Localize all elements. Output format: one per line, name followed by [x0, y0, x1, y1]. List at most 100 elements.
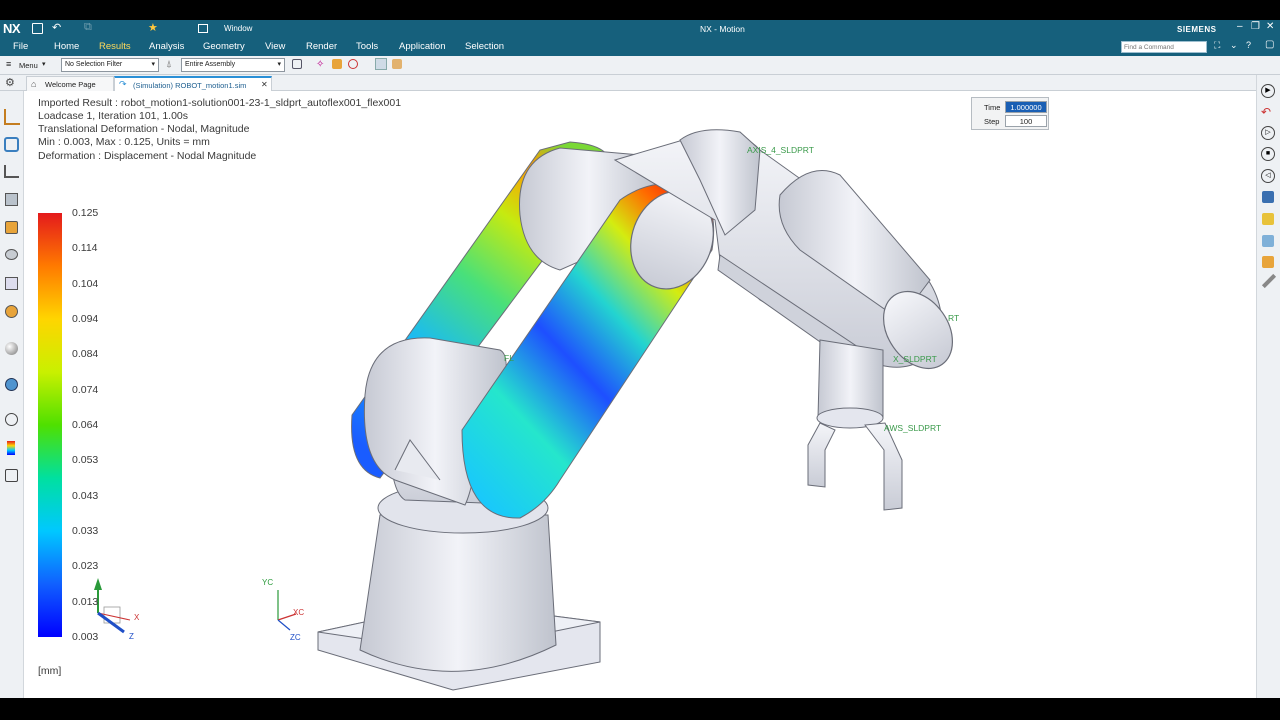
menu-selection[interactable]: Selection [465, 41, 504, 52]
constraint-icon[interactable] [5, 221, 18, 234]
snap-icon[interactable] [292, 59, 302, 69]
clock-icon[interactable] [5, 413, 18, 426]
result-info-line1: Imported Result : robot_motion1-solution… [38, 97, 402, 109]
reuse-icon[interactable] [5, 249, 18, 260]
color-icon[interactable] [5, 305, 18, 318]
box-select-icon[interactable] [332, 59, 342, 69]
assembly-navigator-icon[interactable] [4, 109, 20, 125]
minimize-icon[interactable]: – [1237, 21, 1243, 32]
ruler-icon[interactable] [1261, 273, 1277, 289]
play-icon[interactable]: ▶ [1261, 84, 1275, 98]
home-page-icon: ⌂ [31, 79, 37, 89]
view-triad-xc: XC [293, 608, 304, 617]
export-icon[interactable] [1262, 191, 1274, 203]
undo-animation-icon[interactable]: ↶ [1261, 105, 1271, 119]
menu-render[interactable]: Render [306, 41, 337, 52]
tab-welcome-page[interactable]: ⌂ Welcome Page [26, 76, 114, 91]
layer-icon[interactable] [5, 277, 18, 290]
menu-button-label[interactable]: Menu [19, 61, 38, 70]
window-menu[interactable]: Window [224, 24, 252, 33]
stop-icon[interactable]: ■ [1261, 147, 1275, 161]
graphics-window[interactable]: AXIS_4_SLDPRT RT X_SLDPRT AWS_SLDPRT FL … [25, 91, 1255, 698]
filter-icon[interactable]: ⍋ [166, 59, 172, 70]
menu-results[interactable]: Results [99, 41, 131, 52]
deformation-color-legend [38, 213, 62, 637]
step-forward-icon[interactable]: ▷ [1261, 126, 1275, 140]
top-letterbox [0, 0, 1280, 20]
globe-icon[interactable] [5, 378, 18, 391]
close-icon[interactable]: ✕ [1266, 21, 1274, 32]
sphere-icon[interactable] [5, 342, 18, 355]
chevron-down-icon[interactable]: ⌄ [1230, 40, 1238, 51]
tab-close-icon[interactable]: ✕ [261, 80, 268, 89]
robot-model-view[interactable]: AXIS_4_SLDPRT RT X_SLDPRT AWS_SLDPRT FL … [25, 91, 1255, 698]
selection-filter-dropdown[interactable]: No Selection Filter ▾ [61, 58, 159, 72]
title-bar: NX ↶ ⧉ ★ Window NX - Motion SIEMENS – ❐ … [0, 20, 1280, 38]
legend-tick-label: 0.125 [72, 207, 99, 219]
legend-tick-label: 0.084 [72, 348, 99, 361]
legend-tick-label: 0.043 [72, 489, 99, 502]
simulation-navigator-icon[interactable] [4, 137, 19, 152]
step-label: Step [984, 117, 1000, 126]
view-triad: YC XC ZC [262, 578, 304, 642]
triad-x-label: X [134, 613, 140, 622]
undo-icon[interactable]: ↶ [52, 21, 61, 34]
results-icon[interactable] [7, 441, 15, 455]
save-icon[interactable] [32, 23, 43, 34]
nx-app: NX ↶ ⧉ ★ Window NX - Motion SIEMENS – ❐ … [0, 0, 1280, 720]
settings-icon[interactable] [1262, 235, 1274, 247]
menu-analysis[interactable]: Analysis [149, 41, 184, 52]
result-info-line5: Deformation : Displacement - Nodal Magni… [38, 150, 257, 162]
step-field[interactable]: 100 [1005, 115, 1047, 127]
expand-icon[interactable]: ⛶ [1214, 40, 1220, 51]
menu-hamburger-icon[interactable]: ≡ [6, 59, 11, 69]
dropdown-arrow-icon: ▾ [151, 61, 155, 68]
result-info-line3: Translational Deformation - Nodal, Magni… [38, 123, 250, 135]
scope-dropdown[interactable]: Entire Assembly ▾ [181, 58, 285, 72]
window-title: NX - Motion [700, 24, 745, 34]
menu-geometry[interactable]: Geometry [203, 41, 245, 52]
tab-simulation[interactable]: ↷ (Simulation) ROBOT_motion1.sim ✕ [114, 76, 272, 91]
star-icon[interactable]: ★ [148, 21, 158, 34]
siemens-brand: SIEMENS [1177, 25, 1217, 34]
maximize-icon[interactable]: ❐ [1251, 21, 1260, 32]
select-all-icon[interactable]: ✧ [316, 59, 324, 70]
settings-gear-icon[interactable]: ⚙ [5, 76, 15, 89]
time-field[interactable]: 1.000000 [1005, 101, 1047, 113]
search-icon[interactable]: ⌕ [1195, 40, 1200, 51]
step-back-icon[interactable]: ◁ [1261, 169, 1275, 183]
menu-home[interactable]: Home [54, 41, 79, 52]
highlight-icon[interactable] [375, 58, 387, 70]
menu-tools[interactable]: Tools [356, 41, 378, 52]
label-rt: RT [948, 313, 959, 323]
view-triad-yc: YC [262, 578, 273, 587]
part-select-icon[interactable] [392, 59, 402, 69]
help-icon[interactable]: ? [1246, 40, 1251, 50]
menu-file[interactable]: File [13, 41, 28, 52]
menu-chevron-icon: ▾ [42, 61, 46, 68]
menu-view[interactable]: View [265, 41, 285, 52]
ribbon-menu-bar: File Home Results Analysis Geometry View… [0, 38, 1280, 56]
window-icon[interactable] [198, 24, 208, 33]
arrange-icon[interactable] [1262, 213, 1274, 225]
selection-filter-value: No Selection Filter [65, 61, 123, 68]
tools-icon[interactable] [5, 469, 18, 482]
part-icon[interactable] [5, 193, 18, 206]
document-tabs: ⚙ ⌂ Welcome Page ↷ (Simulation) ROBOT_mo… [0, 75, 1280, 91]
scope-value: Entire Assembly [185, 61, 236, 68]
menu-application[interactable]: Application [399, 41, 445, 52]
redo-icon[interactable]: ⧉ [84, 21, 92, 34]
bottom-letterbox [0, 698, 1280, 720]
graph-icon[interactable] [4, 165, 19, 178]
render-icon[interactable] [1262, 256, 1274, 268]
result-info-line2: Loadcase 1, Iteration 101, 1.00s [38, 110, 189, 122]
lasso-icon[interactable] [348, 59, 358, 69]
tab-welcome-label: Welcome Page [45, 80, 96, 89]
legend-tick-label: 0.074 [72, 383, 99, 396]
time-step-panel: Time 1.000000 Step 100 [971, 97, 1049, 130]
selection-toolbar: ≡ Menu ▾ No Selection Filter ▾ ⍋ Entire A… [0, 56, 1280, 75]
legend-tick-label: 0.003 [72, 631, 99, 643]
left-resource-bar [0, 91, 24, 698]
label-fl: FL [504, 353, 514, 363]
collapse-ribbon-icon[interactable]: ▢ [1265, 39, 1274, 50]
